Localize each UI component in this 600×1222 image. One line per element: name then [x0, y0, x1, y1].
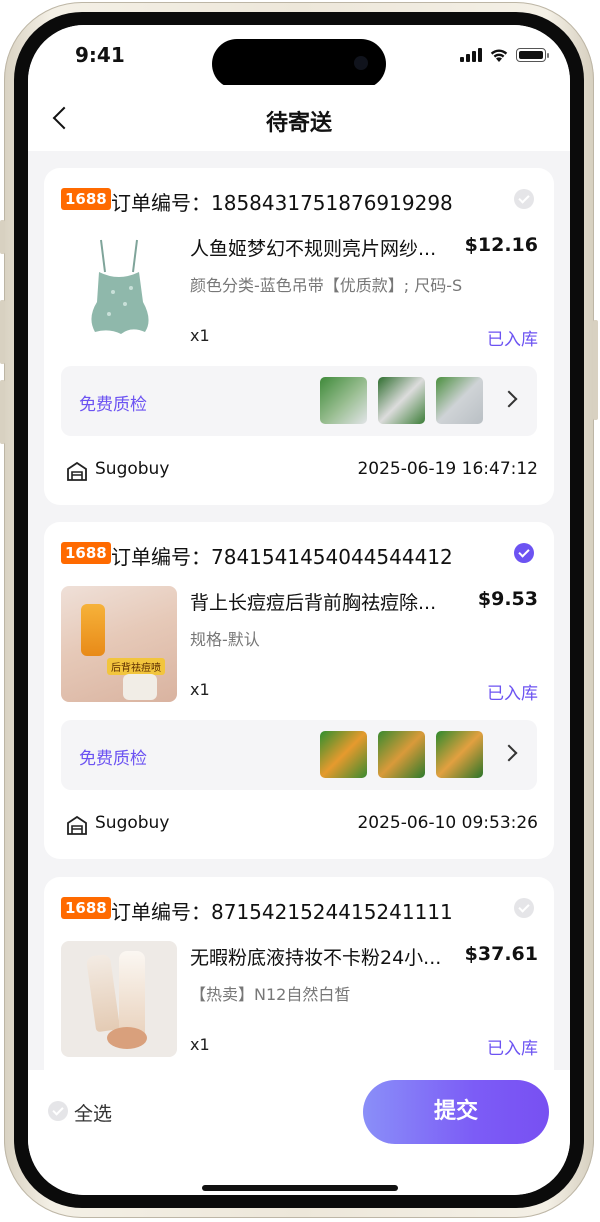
foundation-bottle-icon — [119, 951, 145, 1037]
qc-photo[interactable] — [378, 731, 425, 778]
product-thumbnail[interactable] — [61, 232, 177, 348]
nav-bar: 待寄送 — [28, 85, 570, 151]
product-quantity: x1 — [190, 326, 210, 345]
qc-photo[interactable] — [436, 377, 483, 424]
home-indicator — [202, 1185, 398, 1191]
quality-check-row[interactable]: 免费质检 — [61, 366, 537, 436]
product-title[interactable]: 背上长痘痘后背前胸祛痘除... — [190, 588, 460, 615]
submit-button[interactable]: 提交 — [363, 1080, 549, 1144]
foundation-bottle-icon — [85, 953, 121, 1033]
select-all-checkbox[interactable] — [48, 1101, 68, 1121]
warehouse-icon — [67, 815, 87, 835]
product-price: $9.53 — [477, 588, 538, 610]
thumbnail-caption: 后背祛痘喷 — [107, 658, 165, 675]
source-badge: 1688 — [61, 542, 111, 564]
store-name: Sugobuy — [95, 813, 170, 833]
status-time: 9:41 — [75, 43, 125, 67]
order-header: 1688 订单编号：8715421524415241111 — [61, 897, 534, 924]
qc-photo[interactable] — [320, 377, 367, 424]
chevron-right-icon — [500, 390, 518, 408]
product-thumbnail[interactable] — [61, 941, 177, 1057]
select-all-label: 全选 — [74, 1103, 113, 1125]
order-number: 订单编号：1858431751876919298 — [111, 191, 453, 215]
order-number: 订单编号：8715421524415241111 — [111, 900, 453, 924]
warehouse-icon — [67, 461, 87, 481]
page-title: 待寄送 — [265, 111, 332, 136]
bottom-bar: 全选 提交 — [28, 1070, 570, 1195]
check-icon — [52, 1104, 64, 1116]
status-icons — [460, 45, 549, 65]
check-icon — [518, 546, 530, 558]
chevron-right-icon — [500, 744, 518, 762]
foundation-swatch — [107, 1027, 147, 1049]
order-number: 订单编号：7841541454044544412 — [111, 545, 453, 569]
product-price: $12.16 — [464, 234, 538, 256]
spray-bottle-icon — [81, 604, 105, 656]
store-name: Sugobuy — [95, 459, 170, 479]
qc-photo[interactable] — [436, 731, 483, 778]
product-price: $37.61 — [464, 943, 538, 965]
phone-power-button — [593, 320, 598, 420]
order-select-checkbox[interactable] — [514, 543, 534, 563]
product-spec: 颜色分类-蓝色吊带【优质款】; 尺码-S — [190, 276, 463, 295]
dynamic-island — [212, 39, 386, 89]
order-date: 2025-06-19 16:47:12 — [357, 459, 538, 479]
lace-detail — [123, 674, 157, 700]
quality-check-label: 免费质检 — [79, 395, 147, 415]
product-quantity: x1 — [190, 680, 210, 699]
product-spec: 【热卖】N12自然白皙 — [190, 985, 351, 1004]
phone-volume-up-button — [0, 300, 5, 364]
product-quantity: x1 — [190, 1035, 210, 1054]
battery-icon — [516, 48, 549, 62]
storage-status: 已入库 — [487, 330, 538, 350]
qc-photo[interactable] — [320, 731, 367, 778]
check-icon — [518, 192, 530, 204]
order-card: 1688 订单编号：7841541454044544412 后背祛痘喷 背上长痘… — [44, 522, 554, 859]
source-badge: 1688 — [61, 897, 111, 919]
quality-check-row[interactable]: 免费质检 — [61, 720, 537, 790]
product-title[interactable]: 人鱼姬梦幻不规则亮片网纱... — [190, 234, 460, 261]
phone-volume-down-button — [0, 380, 5, 444]
product-title[interactable]: 无暇粉底液持妆不卡粉24小... — [190, 943, 460, 970]
check-icon — [518, 901, 530, 913]
storage-status: 已入库 — [487, 684, 538, 704]
status-bar: 9:41 — [28, 25, 570, 89]
order-date: 2025-06-10 09:53:26 — [357, 813, 538, 833]
order-card: 1688 订单编号：1858431751876919298 人鱼姬梦幻不规则亮片… — [44, 168, 554, 505]
qc-photo[interactable] — [378, 377, 425, 424]
product-spec: 规格-默认 — [190, 630, 260, 649]
order-header: 1688 订单编号：7841541454044544412 — [61, 542, 534, 569]
quality-check-label: 免费质检 — [79, 749, 147, 769]
product-thumbnail[interactable]: 后背祛痘喷 — [61, 586, 177, 702]
order-header: 1688 订单编号：1858431751876919298 — [61, 188, 534, 215]
order-select-checkbox[interactable] — [514, 189, 534, 209]
camisole-image-icon — [91, 239, 149, 334]
phone-action-button — [0, 220, 5, 254]
storage-status: 已入库 — [487, 1039, 538, 1059]
wifi-icon — [490, 48, 508, 62]
cellular-signal-icon — [460, 48, 482, 62]
order-select-checkbox[interactable] — [514, 898, 534, 918]
screen: 9:41 待寄送 1688 订单编号：1858431751876919298 人… — [28, 25, 570, 1195]
source-badge: 1688 — [61, 188, 111, 210]
camera-icon — [354, 56, 368, 70]
